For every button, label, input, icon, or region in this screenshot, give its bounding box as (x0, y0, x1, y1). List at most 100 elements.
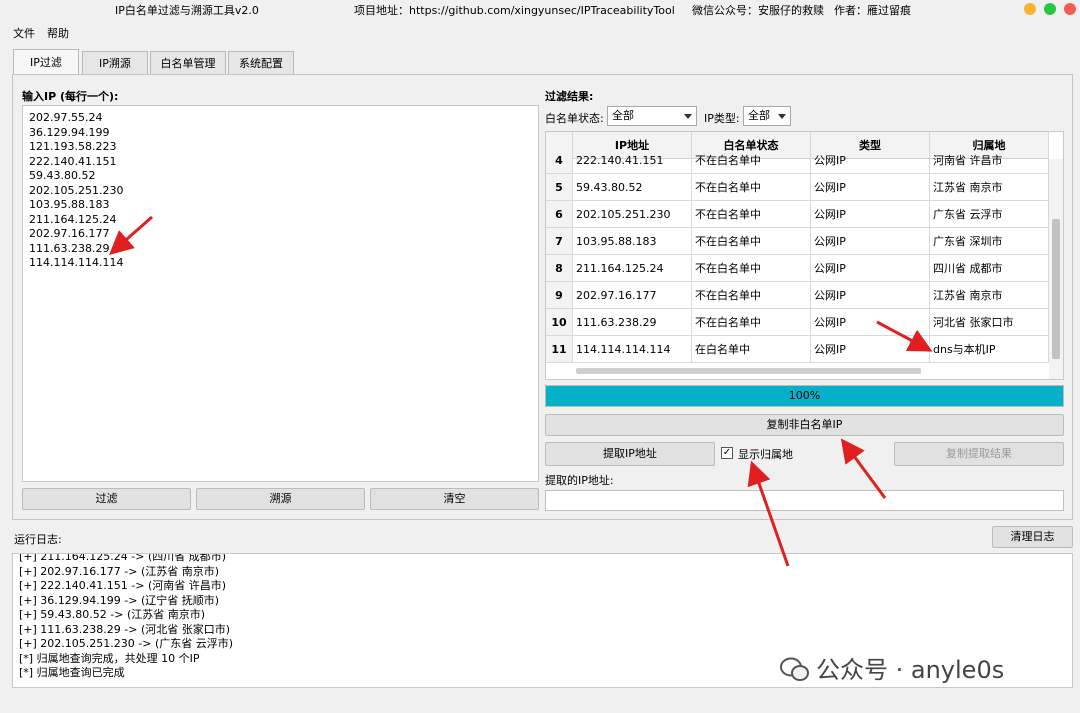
log-label: 运行日志: (14, 533, 62, 546)
table-cell[interactable]: 不在白名单中 (692, 282, 811, 309)
ip-type-select[interactable]: 全部 (743, 106, 791, 126)
table-cell[interactable]: 211.164.125.24 (573, 255, 692, 282)
table-cell[interactable]: 不在白名单中 (692, 174, 811, 201)
minimize-button[interactable] (1024, 3, 1036, 15)
ip-type-value: 全部 (748, 109, 770, 122)
progress-text: 100% (788, 389, 821, 402)
ip-line: 202.105.251.230 (29, 183, 124, 197)
whitelist-status-value: 全部 (612, 109, 634, 122)
vertical-scrollbar[interactable] (1049, 159, 1063, 379)
result-label: 过滤结果: (545, 90, 594, 103)
table-cell[interactable]: 公网IP (811, 255, 930, 282)
scroll-thumb[interactable] (1052, 219, 1060, 359)
table-row[interactable]: 9 202.97.16.177 不在白名单中 公网IP 江苏省 南京市 (546, 282, 1049, 309)
extract-ip-button[interactable]: 提取IP地址 (545, 442, 715, 466)
whitelist-status-select[interactable]: 全部 (607, 106, 697, 126)
table-cell[interactable]: 公网IP (811, 309, 930, 336)
row-number: 4 (546, 147, 573, 174)
table-cell[interactable]: 不在白名单中 (692, 201, 811, 228)
ip-line: 211.164.125.24 (29, 212, 117, 226)
table-row[interactable]: 7 103.95.88.183 不在白名单中 公网IP 广东省 深圳市 (546, 228, 1049, 255)
ip-line: 103.95.88.183 (29, 198, 110, 211)
table-cell[interactable]: 江苏省 南京市 (930, 174, 1049, 201)
table-cell[interactable]: 59.43.80.52 (573, 174, 692, 201)
table-cell[interactable]: 河北省 张家口市 (930, 309, 1049, 336)
ip-line: 202.97.55.24 (29, 111, 103, 124)
table-cell[interactable]: 河南省 许昌市 (930, 147, 1049, 174)
log-line: [+] 202.105.251.230 -> (广东省 云浮市) (19, 637, 234, 650)
table-row[interactable]: 10 111.63.238.29 不在白名单中 公网IP 河北省 张家口市 (546, 309, 1049, 336)
watermark-text: 公众号 · anyle0s (816, 656, 1005, 684)
watermark: 公众号 · anyle0s (780, 652, 1060, 688)
clear-button[interactable]: 清空 (370, 488, 539, 510)
input-label: 输入IP (每行一个): (22, 90, 119, 103)
ip-line: 202.97.16.177 (29, 227, 110, 240)
horizontal-scrollbar[interactable] (576, 368, 921, 374)
table-cell[interactable]: 202.105.251.230 (573, 201, 692, 228)
table-row[interactable]: 4 222.140.41.151 不在白名单中 公网IP 河南省 许昌市 (546, 147, 1049, 174)
table-row[interactable]: 8 211.164.125.24 不在白名单中 公网IP 四川省 成都市 (546, 255, 1049, 282)
clear-log-button[interactable]: 清理日志 (992, 526, 1073, 548)
ip-line: 121.193.58.223 (29, 140, 117, 153)
table-cell[interactable]: 111.63.238.29 (573, 309, 692, 336)
menu-file[interactable]: 文件 (13, 25, 35, 41)
extracted-ip-field[interactable] (545, 490, 1064, 511)
table-cell[interactable]: 202.97.16.177 (573, 282, 692, 309)
tab-ip-trace[interactable]: IP溯源 (82, 51, 148, 74)
table-cell[interactable]: 四川省 成都市 (930, 255, 1049, 282)
table-cell[interactable]: 在白名单中 (692, 336, 811, 363)
close-button[interactable] (1064, 3, 1076, 15)
table-cell[interactable]: 公网IP (811, 336, 930, 363)
table-cell[interactable]: 广东省 深圳市 (930, 228, 1049, 255)
row-number: 9 (546, 282, 573, 309)
row-number: 6 (546, 201, 573, 228)
tab-whitelist[interactable]: 白名单管理 (150, 51, 226, 74)
table-cell[interactable]: dns与本机IP (930, 336, 1049, 363)
table-cell[interactable]: 222.140.41.151 (573, 147, 692, 174)
table-cell[interactable]: 不在白名单中 (692, 309, 811, 336)
wechat-icon (780, 657, 809, 681)
table-cell[interactable]: 114.114.114.114 (573, 336, 692, 363)
maximize-button[interactable] (1044, 3, 1056, 15)
table-cell[interactable]: 公网IP (811, 201, 930, 228)
table-cell[interactable]: 不在白名单中 (692, 228, 811, 255)
ip-line: 222.140.41.151 (29, 154, 117, 168)
copy-non-whitelist-button[interactable]: 复制非白名单IP (545, 414, 1064, 436)
table-cell[interactable]: 公网IP (811, 147, 930, 174)
log-line: [+] 59.43.80.52 -> (江苏省 南京市) (19, 608, 206, 621)
extracted-label: 提取的IP地址: (545, 474, 614, 487)
row-number: 5 (546, 174, 573, 201)
log-line: [+] 202.97.16.177 -> (江苏省 南京市) (19, 564, 220, 578)
check-icon: ✓ (722, 447, 732, 458)
progress-bar: 100% (545, 385, 1064, 407)
filter-button[interactable]: 过滤 (22, 488, 191, 510)
show-location-checkbox[interactable]: ✓ (721, 447, 733, 459)
ip-type-label: IP类型: (704, 112, 740, 125)
table-cell[interactable]: 103.95.88.183 (573, 228, 692, 255)
table-row[interactable]: 6 202.105.251.230 不在白名单中 公网IP 广东省 云浮市 (546, 201, 1049, 228)
table-cell[interactable]: 公网IP (811, 174, 930, 201)
trace-button[interactable]: 溯源 (196, 488, 365, 510)
table-cell[interactable]: 公网IP (811, 228, 930, 255)
window-title: IP白名单过滤与溯源工具v2.0 (115, 4, 259, 17)
menu-help[interactable]: 帮助 (47, 25, 69, 41)
menu-bar: 文件 帮助 (0, 22, 1080, 42)
ip-line: 36.129.94.199 (29, 125, 110, 139)
row-number: 7 (546, 228, 573, 255)
ip-line: 59.43.80.52 (29, 169, 96, 182)
chevron-down-icon (778, 114, 786, 119)
table-cell[interactable]: 不在白名单中 (692, 255, 811, 282)
ip-line: 111.63.238.29 (29, 241, 110, 255)
table-row[interactable]: 11 114.114.114.114 在白名单中 公网IP dns与本机IP (546, 336, 1049, 363)
tab-ip-filter[interactable]: IP过滤 (13, 49, 79, 75)
table-cell[interactable]: 不在白名单中 (692, 147, 811, 174)
ip-input[interactable]: 202.97.55.24 36.129.94.199 121.193.58.22… (22, 105, 539, 482)
project-url: 项目地址：https://github.com/xingyunsec/IPTra… (354, 4, 675, 17)
table-cell[interactable]: 广东省 云浮市 (930, 201, 1049, 228)
table-cell[interactable]: 江苏省 南京市 (930, 282, 1049, 309)
table-cell[interactable]: 公网IP (811, 282, 930, 309)
copy-extract-button[interactable]: 复制提取结果 (894, 442, 1064, 466)
result-table: IP地址 白名单状态 类型 归属地 4 222.140.41.151 不在白名单中公… (545, 131, 1064, 380)
table-row[interactable]: 5 59.43.80.52 不在白名单中 公网IP 江苏省 南京市 (546, 174, 1049, 201)
tab-settings[interactable]: 系统配置 (228, 51, 294, 74)
